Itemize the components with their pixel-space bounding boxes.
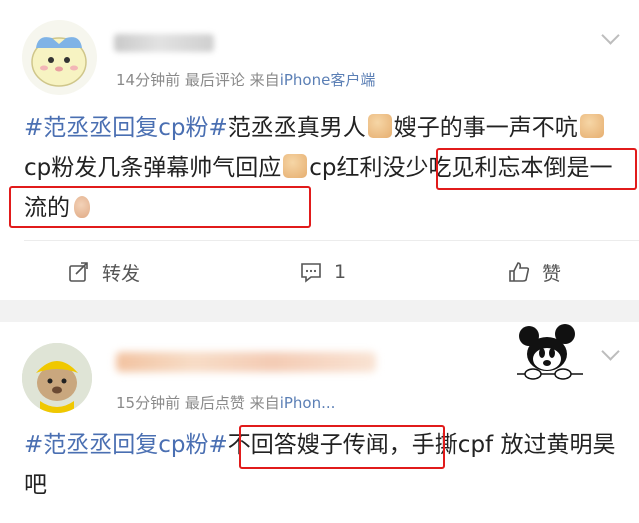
comment-count: 1 <box>334 261 347 283</box>
thumbs-up-emoji-icon <box>579 114 604 138</box>
action-bar: 转发 1 赞 <box>0 256 639 288</box>
topic-tag[interactable]: #范丞丞回复cp粉# <box>24 432 228 458</box>
blurred-username[interactable] <box>114 34 214 52</box>
thumbs-up-emoji-icon <box>367 114 392 138</box>
post-time: 14分钟前 <box>116 71 181 89</box>
comment-icon <box>301 263 321 283</box>
highlight-box <box>239 425 445 469</box>
cartoon-avatar-icon <box>31 37 87 87</box>
post-time: 15分钟前 <box>116 394 181 412</box>
user-avatar[interactable] <box>22 343 92 413</box>
post-device[interactable]: iPhone客户端 <box>280 71 376 89</box>
post-meta: 15分钟前 最后点赞 来自iPhon... <box>116 392 335 413</box>
comment-button[interactable]: 1 <box>300 256 346 288</box>
like-label: 赞 <box>542 262 562 285</box>
user-avatar[interactable] <box>22 20 97 95</box>
post-text-part: 范丞丞真男人 <box>227 115 366 141</box>
repost-button[interactable]: 转发 <box>68 256 140 288</box>
post-device[interactable]: iPhon... <box>280 394 336 412</box>
thumbs-up-emoji-icon <box>283 154 308 178</box>
from-label: 来自 <box>249 71 280 89</box>
chevron-down-icon[interactable] <box>601 342 620 361</box>
weibo-post-2: 15分钟前 最后点赞 来自iPhon... #范丞丞回复cp粉#不回答嫂子传闻，… <box>0 322 639 523</box>
post-activity: 最后点赞 <box>184 394 245 412</box>
dog-avatar-icon <box>22 343 92 413</box>
weibo-post-1: 14分钟前 最后评论 来自iPhone客户端 #范丞丞回复cp粉#范丞丞真男人 嫂… <box>0 0 639 300</box>
highlight-box <box>9 186 311 228</box>
post-meta: 14分钟前 最后评论 来自iPhone客户端 <box>116 69 375 90</box>
from-label: 来自 <box>249 394 280 412</box>
topic-tag[interactable]: #范丞丞回复cp粉# <box>24 115 228 141</box>
blurred-username[interactable] <box>116 352 376 372</box>
mickey-sticker-icon <box>517 324 583 380</box>
highlight-box <box>436 148 637 190</box>
post-activity: 最后评论 <box>184 71 245 89</box>
like-button[interactable]: 赞 <box>508 256 561 288</box>
thumbs-up-icon <box>509 262 530 282</box>
repost-label: 转发 <box>102 262 141 285</box>
chevron-down-icon[interactable] <box>601 26 620 45</box>
post-text-part: cp粉发几条弹幕帅气回应 <box>24 155 282 181</box>
divider <box>24 240 639 241</box>
repost-icon <box>69 262 88 282</box>
post-text-part: 嫂子的事一声不吭 <box>393 115 578 141</box>
